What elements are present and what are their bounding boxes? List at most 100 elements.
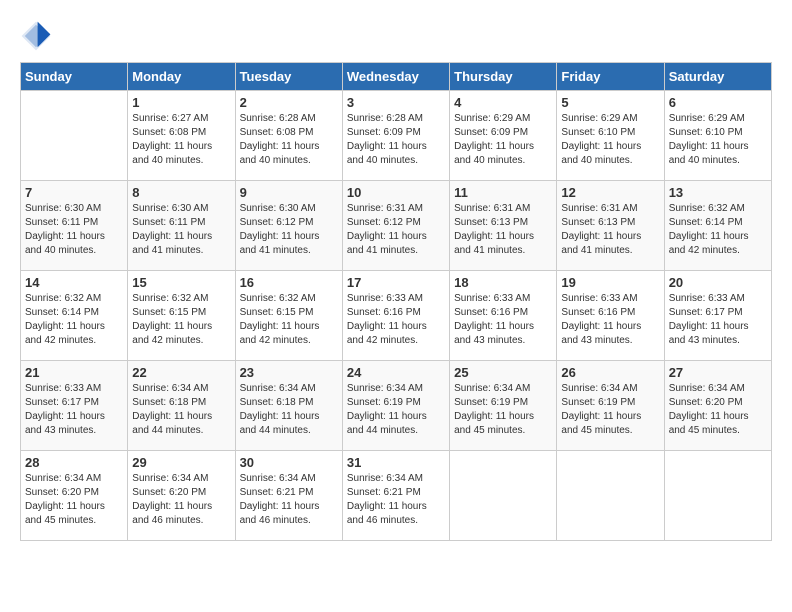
calendar-cell: 12Sunrise: 6:31 AMSunset: 6:13 PMDayligh… — [557, 181, 664, 271]
day-number: 25 — [454, 365, 552, 380]
calendar-cell: 17 Sunrise: 6:33 AMSunset: 6:16 PMDayligh… — [342, 271, 449, 361]
cell-info: Sunrise: 6:30 AMSunset: 6:12 PMDaylight:… — [240, 202, 338, 258]
header-day-saturday: Saturday — [664, 63, 771, 91]
calendar-cell: 4Sunrise: 6:29 AMSunset: 6:09 PMDaylight… — [450, 91, 557, 181]
calendar-cell: 28 Sunrise: 6:34 AMSunset: 6:20 PMDayligh… — [21, 451, 128, 541]
day-number: 10 — [347, 185, 445, 200]
calendar-cell: 23 Sunrise: 6:34 AMSunset: 6:18 PMDayligh… — [235, 361, 342, 451]
calendar-cell: 22 Sunrise: 6:34 AMSunset: 6:18 PMDayligh… — [128, 361, 235, 451]
cell-info: Sunrise: 6:32 AMSunset: 6:15 PMDaylight:… — [132, 292, 230, 348]
day-number: 22 — [132, 365, 230, 380]
day-number: 6 — [669, 95, 767, 110]
day-number: 11 — [454, 185, 552, 200]
header-day-thursday: Thursday — [450, 63, 557, 91]
calendar-cell: 30Sunrise: 6:34 AMSunset: 6:21 PMDayligh… — [235, 451, 342, 541]
calendar-cell: 13 Sunrise: 6:32 AMSunset: 6:14 PMDayligh… — [664, 181, 771, 271]
calendar-cell: 15 Sunrise: 6:32 AMSunset: 6:15 PMDayligh… — [128, 271, 235, 361]
day-number: 1 — [132, 95, 230, 110]
day-number: 26 — [561, 365, 659, 380]
calendar-cell: 20 Sunrise: 6:33 AMSunset: 6:17 PMDayligh… — [664, 271, 771, 361]
calendar-cell: 8 Sunrise: 6:30 AMSunset: 6:11 PMDaylight… — [128, 181, 235, 271]
cell-info: Sunrise: 6:34 AMSunset: 6:20 PMDaylight:… — [132, 472, 230, 528]
week-row-1: 7 Sunrise: 6:30 AMSunset: 6:11 PMDaylight… — [21, 181, 772, 271]
week-row-2: 14 Sunrise: 6:32 AMSunset: 6:14 PMDayligh… — [21, 271, 772, 361]
cell-info: Sunrise: 6:32 AMSunset: 6:14 PMDaylight:… — [25, 292, 123, 348]
day-number: 24 — [347, 365, 445, 380]
day-number: 16 — [240, 275, 338, 290]
cell-info: Sunrise: 6:34 AMSunset: 6:20 PMDaylight:… — [669, 382, 767, 438]
cell-info: Sunrise: 6:30 AMSunset: 6:11 PMDaylight:… — [25, 202, 123, 258]
calendar-cell: 14 Sunrise: 6:32 AMSunset: 6:14 PMDayligh… — [21, 271, 128, 361]
calendar-cell: 10 Sunrise: 6:31 AMSunset: 6:12 PMDayligh… — [342, 181, 449, 271]
logo-icon — [20, 20, 52, 52]
cell-info: Sunrise: 6:33 AMSunset: 6:16 PMDaylight:… — [561, 292, 659, 348]
cell-info: Sunrise: 6:28 AMSunset: 6:08 PMDaylight:… — [240, 112, 338, 168]
calendar-cell: 21Sunrise: 6:33 AMSunset: 6:17 PMDayligh… — [21, 361, 128, 451]
day-number: 9 — [240, 185, 338, 200]
week-row-0: 1Sunrise: 6:27 AMSunset: 6:08 PMDaylight… — [21, 91, 772, 181]
calendar-cell: 18 Sunrise: 6:33 AMSunset: 6:16 PMDayligh… — [450, 271, 557, 361]
page-header — [20, 20, 772, 52]
calendar-cell: 7 Sunrise: 6:30 AMSunset: 6:11 PMDaylight… — [21, 181, 128, 271]
day-number: 17 — [347, 275, 445, 290]
cell-info: Sunrise: 6:32 AMSunset: 6:15 PMDaylight:… — [240, 292, 338, 348]
calendar-cell: 6 Sunrise: 6:29 AMSunset: 6:10 PMDaylight… — [664, 91, 771, 181]
week-row-4: 28 Sunrise: 6:34 AMSunset: 6:20 PMDayligh… — [21, 451, 772, 541]
cell-info: Sunrise: 6:28 AMSunset: 6:09 PMDaylight:… — [347, 112, 445, 168]
cell-info: Sunrise: 6:33 AMSunset: 6:16 PMDaylight:… — [454, 292, 552, 348]
cell-info: Sunrise: 6:34 AMSunset: 6:19 PMDaylight:… — [561, 382, 659, 438]
header-day-friday: Friday — [557, 63, 664, 91]
calendar-cell: 16 Sunrise: 6:32 AMSunset: 6:15 PMDayligh… — [235, 271, 342, 361]
header-day-tuesday: Tuesday — [235, 63, 342, 91]
cell-info: Sunrise: 6:33 AMSunset: 6:17 PMDaylight:… — [669, 292, 767, 348]
day-number: 15 — [132, 275, 230, 290]
calendar-cell — [664, 451, 771, 541]
cell-info: Sunrise: 6:32 AMSunset: 6:14 PMDaylight:… — [669, 202, 767, 258]
logo — [20, 20, 56, 52]
cell-info: Sunrise: 6:29 AMSunset: 6:09 PMDaylight:… — [454, 112, 552, 168]
cell-info: Sunrise: 6:34 AMSunset: 6:18 PMDaylight:… — [132, 382, 230, 438]
calendar-cell: 26 Sunrise: 6:34 AMSunset: 6:19 PMDayligh… — [557, 361, 664, 451]
header-day-monday: Monday — [128, 63, 235, 91]
calendar-cell: 24Sunrise: 6:34 AMSunset: 6:19 PMDayligh… — [342, 361, 449, 451]
calendar-cell: 1Sunrise: 6:27 AMSunset: 6:08 PMDaylight… — [128, 91, 235, 181]
cell-info: Sunrise: 6:29 AMSunset: 6:10 PMDaylight:… — [669, 112, 767, 168]
day-number: 29 — [132, 455, 230, 470]
day-number: 23 — [240, 365, 338, 380]
cell-info: Sunrise: 6:34 AMSunset: 6:20 PMDaylight:… — [25, 472, 123, 528]
calendar-table: SundayMondayTuesdayWednesdayThursdayFrid… — [20, 62, 772, 541]
cell-info: Sunrise: 6:31 AMSunset: 6:12 PMDaylight:… — [347, 202, 445, 258]
day-number: 12 — [561, 185, 659, 200]
calendar-header: SundayMondayTuesdayWednesdayThursdayFrid… — [21, 63, 772, 91]
day-number: 3 — [347, 95, 445, 110]
calendar-cell: 29 Sunrise: 6:34 AMSunset: 6:20 PMDayligh… — [128, 451, 235, 541]
calendar-cell: 2Sunrise: 6:28 AMSunset: 6:08 PMDaylight… — [235, 91, 342, 181]
day-number: 28 — [25, 455, 123, 470]
calendar-cell — [557, 451, 664, 541]
day-number: 8 — [132, 185, 230, 200]
day-number: 19 — [561, 275, 659, 290]
day-number: 14 — [25, 275, 123, 290]
day-number: 18 — [454, 275, 552, 290]
calendar-body: 1Sunrise: 6:27 AMSunset: 6:08 PMDaylight… — [21, 91, 772, 541]
cell-info: Sunrise: 6:31 AMSunset: 6:13 PMDaylight:… — [454, 202, 552, 258]
calendar-cell — [21, 91, 128, 181]
day-number: 27 — [669, 365, 767, 380]
cell-info: Sunrise: 6:33 AMSunset: 6:16 PMDaylight:… — [347, 292, 445, 348]
cell-info: Sunrise: 6:34 AMSunset: 6:21 PMDaylight:… — [347, 472, 445, 528]
header-day-sunday: Sunday — [21, 63, 128, 91]
cell-info: Sunrise: 6:33 AMSunset: 6:17 PMDaylight:… — [25, 382, 123, 438]
cell-info: Sunrise: 6:29 AMSunset: 6:10 PMDaylight:… — [561, 112, 659, 168]
calendar-cell: 31Sunrise: 6:34 AMSunset: 6:21 PMDayligh… — [342, 451, 449, 541]
day-number: 20 — [669, 275, 767, 290]
cell-info: Sunrise: 6:34 AMSunset: 6:19 PMDaylight:… — [454, 382, 552, 438]
calendar-cell: 9 Sunrise: 6:30 AMSunset: 6:12 PMDaylight… — [235, 181, 342, 271]
calendar-cell: 5Sunrise: 6:29 AMSunset: 6:10 PMDaylight… — [557, 91, 664, 181]
week-row-3: 21Sunrise: 6:33 AMSunset: 6:17 PMDayligh… — [21, 361, 772, 451]
calendar-cell: 27 Sunrise: 6:34 AMSunset: 6:20 PMDayligh… — [664, 361, 771, 451]
day-number: 7 — [25, 185, 123, 200]
calendar-cell: 19 Sunrise: 6:33 AMSunset: 6:16 PMDayligh… — [557, 271, 664, 361]
day-number: 13 — [669, 185, 767, 200]
cell-info: Sunrise: 6:34 AMSunset: 6:18 PMDaylight:… — [240, 382, 338, 438]
cell-info: Sunrise: 6:30 AMSunset: 6:11 PMDaylight:… — [132, 202, 230, 258]
